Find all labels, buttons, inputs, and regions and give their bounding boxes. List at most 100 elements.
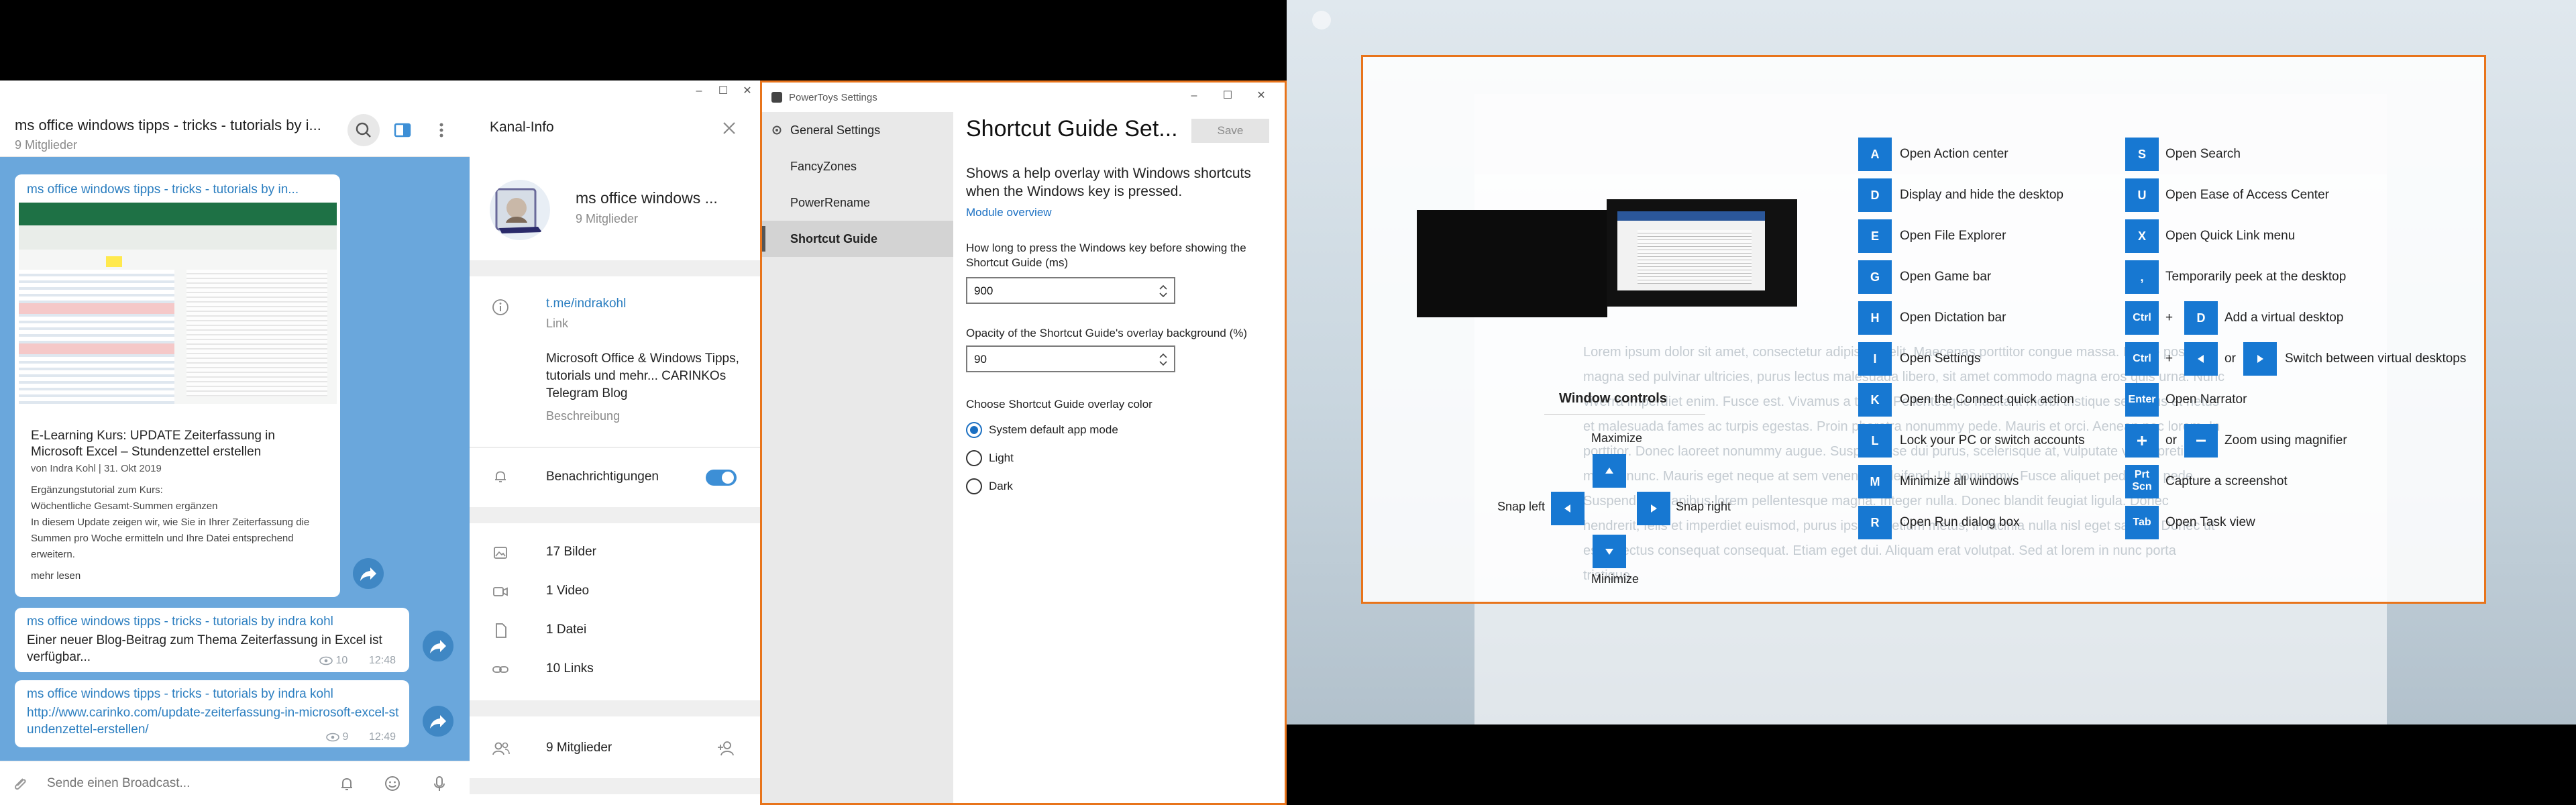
video-icon — [493, 587, 508, 596]
article-body-1: Ergänzungstutorial zum Kurs: — [31, 484, 163, 496]
avatar-icon — [495, 188, 542, 233]
save-button[interactable]: Save — [1191, 119, 1269, 143]
nav-general-settings[interactable]: General Settings — [762, 112, 953, 148]
arrow-right-icon — [2257, 355, 2263, 363]
channel-link-label: Link — [546, 317, 569, 330]
shortcut-label: Open Task view — [2165, 515, 2255, 529]
key-g: G — [1858, 260, 1892, 294]
window-minimize-button[interactable]: – — [690, 83, 708, 99]
article-body-5: erweitern. — [31, 549, 75, 560]
media-photos[interactable]: 17 Bilder — [546, 545, 596, 559]
window-minimize-button[interactable]: – — [1185, 88, 1203, 104]
article-headline[interactable]: E-Learning Kurs: UPDATE Zeiterfassung in… — [31, 428, 326, 460]
search-button[interactable] — [347, 114, 380, 146]
message-post-1[interactable]: ms office windows tipps - tricks - tutor… — [15, 174, 340, 597]
sidebar-toggle-button[interactable] — [390, 118, 415, 142]
radio-label: Dark — [989, 480, 1013, 492]
link-icon — [492, 666, 508, 673]
module-overview-link[interactable]: Module overview — [966, 206, 1052, 219]
background-document-text: Lorem ipsum dolor sit amet, consectetur … — [1583, 345, 2225, 582]
plus-sign: + — [2165, 352, 2174, 366]
message-post-3[interactable]: ms office windows tipps - tricks - tutor… — [15, 680, 409, 747]
opacity-value: 90 — [974, 353, 987, 366]
shortcut-guide-overlay: Lorem ipsum dolor sit amet, consectetur … — [1361, 55, 2486, 604]
opacity-label: Opacity of the Shortcut Guide's overlay … — [966, 327, 1248, 339]
desktop-icon[interactable] — [1312, 11, 1331, 30]
separator — [470, 778, 760, 794]
media-files[interactable]: 1 Datei — [546, 623, 586, 637]
file-icon — [496, 623, 506, 638]
shortcut-label: Minimize all windows — [1900, 474, 2019, 488]
emoji-icon[interactable] — [382, 773, 402, 794]
share-button-3[interactable] — [423, 706, 453, 737]
arrow-right-icon — [1651, 504, 1657, 513]
share-button-2[interactable] — [423, 631, 453, 661]
post-title[interactable]: ms office windows tipps - tricks - tutor… — [27, 182, 332, 197]
view-count-value: 10 — [335, 655, 348, 666]
nav-fancyzones[interactable]: FancyZones — [762, 148, 953, 184]
post-title[interactable]: ms office windows tipps - tricks - tutor… — [27, 614, 333, 629]
separator — [470, 260, 760, 276]
radio-system-default[interactable] — [966, 422, 982, 438]
key-e: E — [1858, 219, 1892, 253]
close-icon[interactable] — [719, 118, 739, 138]
selected-indicator — [762, 226, 765, 252]
radio-dark[interactable] — [966, 478, 982, 494]
press-duration-input[interactable]: 900 — [966, 277, 1175, 304]
share-button-1[interactable] — [353, 558, 384, 589]
opacity-input[interactable]: 90 — [966, 345, 1175, 372]
key-print-screen: Prt Scn — [2125, 465, 2159, 498]
channel-link[interactable]: t.me/indrakohl — [546, 297, 626, 311]
arrow-up-icon — [1605, 468, 1613, 474]
add-member-icon[interactable] — [715, 738, 737, 759]
press-duration-value: 900 — [974, 284, 994, 297]
info-header: Kanal-Info — [490, 119, 554, 135]
shortcut-label: Add a virtual desktop — [2224, 311, 2344, 325]
media-links[interactable]: 10 Links — [546, 661, 594, 676]
plus-icon — [2137, 436, 2147, 445]
minus-icon — [2196, 439, 2206, 442]
radio-light[interactable] — [966, 450, 982, 466]
minimize-label: Minimize — [1591, 572, 1640, 586]
window-maximize-button[interactable]: ☐ — [714, 83, 733, 99]
stepper-icon[interactable] — [1155, 281, 1171, 301]
arrow-down-icon — [1605, 549, 1613, 555]
page-title: Shortcut Guide Set... — [966, 116, 1178, 142]
shortcut-label: Open Run dialog box — [1900, 515, 2020, 529]
members-row[interactable]: 9 Mitglieder — [546, 741, 612, 755]
nav-label: General Settings — [790, 123, 881, 137]
or-label: or — [2165, 433, 2177, 447]
shortcut-label: Open the Connect quick action — [1900, 392, 2074, 407]
window-close-button[interactable]: ✕ — [738, 83, 757, 99]
key-r: R — [1858, 506, 1892, 539]
window-maximize-button[interactable]: ☐ — [1218, 88, 1237, 104]
shortcut-label: Open Action center — [1900, 147, 2008, 161]
read-more-link[interactable]: mehr lesen — [31, 570, 80, 582]
message-post-2[interactable]: ms office windows tipps - tricks - tutor… — [15, 608, 409, 672]
powertoys-settings-window: PowerToys Settings – ☐ ✕ General Setting… — [760, 80, 1287, 805]
monitor-preview-window — [1617, 211, 1765, 290]
channel-avatar — [490, 180, 550, 240]
monitor-preview-right — [1607, 199, 1797, 307]
key-right — [1637, 492, 1670, 525]
window-close-button[interactable]: ✕ — [1252, 88, 1271, 104]
media-videos[interactable]: 1 Video — [546, 584, 589, 598]
stepper-icon[interactable] — [1155, 350, 1171, 370]
desktop-area: Lorem ipsum dolor sit amet, consectetur … — [1287, 0, 2576, 724]
chat-title[interactable]: ms office windows tipps - tricks - tutor… — [15, 117, 323, 134]
notifications-toggle[interactable] — [706, 470, 737, 486]
post-title[interactable]: ms office windows tipps - tricks - tutor… — [27, 687, 333, 702]
article-preview-image[interactable] — [19, 203, 337, 404]
more-options-button[interactable] — [429, 118, 453, 142]
key-d: D — [1858, 178, 1892, 212]
key-left — [1551, 492, 1585, 525]
message-list[interactable]: ms office windows tipps - tricks - tutor… — [0, 157, 470, 761]
attach-icon[interactable] — [9, 773, 30, 794]
broadcast-input[interactable] — [47, 771, 315, 796]
microphone-icon[interactable] — [429, 773, 449, 794]
nav-shortcut-guide[interactable]: Shortcut Guide — [762, 221, 953, 257]
bell-icon[interactable] — [337, 773, 357, 794]
shortcut-label: Open Settings — [1900, 352, 1981, 366]
nav-powerrename[interactable]: PowerRename — [762, 184, 953, 221]
radio-label: Light — [989, 451, 1014, 464]
